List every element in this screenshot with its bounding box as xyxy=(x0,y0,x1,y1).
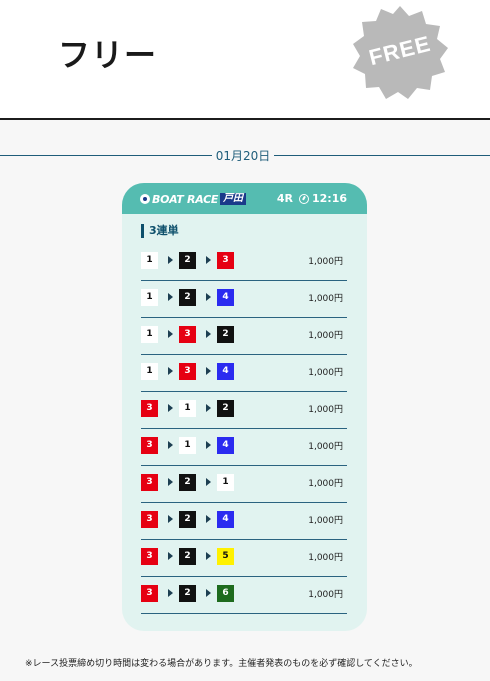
boat-number-2: 2 xyxy=(179,252,196,269)
boat-number-1: 1 xyxy=(141,252,158,269)
boat-number-2: 2 xyxy=(179,511,196,528)
boat-number-3: 4 xyxy=(217,437,234,454)
arrow-right-icon xyxy=(206,515,211,523)
bet-amount: 1,000円 xyxy=(308,516,343,526)
bet-amount: 1,000円 xyxy=(308,553,343,563)
divider-line-right xyxy=(274,155,490,156)
boat-number-1: 3 xyxy=(141,437,158,454)
bet-row: 3 2 4 1,000円 xyxy=(141,502,347,540)
arrow-right-icon xyxy=(206,478,211,486)
boat-number-1: 3 xyxy=(141,474,158,491)
bet-card: BOAT RACE 戸田 4R 12:16 3連単 1 2 3 1,000円 1 2 4 1,… xyxy=(122,183,367,631)
arrow-right-icon xyxy=(206,293,211,301)
card-header: BOAT RACE 戸田 4R 12:16 xyxy=(122,183,367,214)
arrow-right-icon xyxy=(168,367,173,375)
arrow-right-icon xyxy=(206,330,211,338)
bet-amount: 1,000円 xyxy=(308,294,343,304)
arrow-right-icon xyxy=(168,478,173,486)
bet-row: 1 3 2 1,000円 xyxy=(141,317,347,355)
clock-icon xyxy=(298,193,309,204)
logo-brand: BOAT RACE xyxy=(152,192,219,206)
arrow-right-icon xyxy=(168,515,173,523)
arrow-right-icon xyxy=(168,330,173,338)
boat-number-1: 3 xyxy=(141,400,158,417)
logo-mark-icon xyxy=(140,194,150,204)
divider-line-left xyxy=(0,155,212,156)
arrow-right-icon xyxy=(168,589,173,597)
bet-amount: 1,000円 xyxy=(308,590,343,600)
bet-row: 3 2 5 1,000円 xyxy=(141,539,347,577)
free-badge: FREE xyxy=(352,4,448,100)
arrow-right-icon xyxy=(206,367,211,375)
boat-number-1: 3 xyxy=(141,548,158,565)
bet-row: 1 2 4 1,000円 xyxy=(141,280,347,318)
page-header: フリー FREE xyxy=(0,0,490,120)
boat-number-2: 1 xyxy=(179,400,196,417)
boat-number-3: 6 xyxy=(217,585,234,602)
boat-number-3: 4 xyxy=(217,289,234,306)
boat-number-1: 3 xyxy=(141,585,158,602)
bet-type-label: 3連単 xyxy=(141,224,179,238)
date-divider: 01月20日 xyxy=(0,146,490,166)
boat-number-2: 3 xyxy=(179,363,196,380)
boat-number-3: 4 xyxy=(217,511,234,528)
race-time: 12:16 xyxy=(311,192,347,205)
boat-number-2: 2 xyxy=(179,474,196,491)
bet-amount: 1,000円 xyxy=(308,368,343,378)
boat-number-2: 1 xyxy=(179,437,196,454)
boat-number-1: 1 xyxy=(141,289,158,306)
boat-number-3: 2 xyxy=(217,400,234,417)
arrow-right-icon xyxy=(206,256,211,264)
boat-number-2: 3 xyxy=(179,326,196,343)
race-date: 01月20日 xyxy=(215,149,271,163)
boat-number-1: 3 xyxy=(141,511,158,528)
race-number: 4R xyxy=(276,192,293,205)
logo-venue: 戸田 xyxy=(220,193,247,205)
bet-row: 1 2 3 1,000円 xyxy=(141,243,347,281)
bet-row: 3 1 4 1,000円 xyxy=(141,428,347,466)
boat-number-3: 2 xyxy=(217,326,234,343)
boat-number-3: 4 xyxy=(217,363,234,380)
boat-number-3: 1 xyxy=(217,474,234,491)
bet-row: 3 2 1 1,000円 xyxy=(141,465,347,503)
arrow-right-icon xyxy=(168,441,173,449)
boat-number-1: 1 xyxy=(141,326,158,343)
bet-amount: 1,000円 xyxy=(308,479,343,489)
boat-number-3: 3 xyxy=(217,252,234,269)
arrow-right-icon xyxy=(206,404,211,412)
arrow-right-icon xyxy=(168,404,173,412)
bet-amount: 1,000円 xyxy=(308,405,343,415)
boatrace-logo: BOAT RACE 戸田 xyxy=(140,191,247,207)
bet-amount: 1,000円 xyxy=(308,442,343,452)
arrow-right-icon xyxy=(206,441,211,449)
bet-amount: 1,000円 xyxy=(308,331,343,341)
boat-number-2: 2 xyxy=(179,548,196,565)
page-title: フリー xyxy=(58,36,158,74)
arrow-right-icon xyxy=(168,552,173,560)
boat-number-2: 2 xyxy=(179,289,196,306)
bet-row: 1 3 4 1,000円 xyxy=(141,354,347,392)
footer-note: ※レース投票締め切り時間は変わる場合があります。主催者発表のものを必ず確認してく… xyxy=(25,659,418,669)
bet-amount: 1,000円 xyxy=(308,257,343,267)
arrow-right-icon xyxy=(206,589,211,597)
boat-number-1: 1 xyxy=(141,363,158,380)
bet-row: 3 1 2 1,000円 xyxy=(141,391,347,429)
boat-number-3: 5 xyxy=(217,548,234,565)
arrow-right-icon xyxy=(168,293,173,301)
race-info: 4R 12:16 xyxy=(277,192,347,205)
boat-number-2: 2 xyxy=(179,585,196,602)
arrow-right-icon xyxy=(206,552,211,560)
arrow-right-icon xyxy=(168,256,173,264)
bet-row: 3 2 6 1,000円 xyxy=(141,576,347,614)
